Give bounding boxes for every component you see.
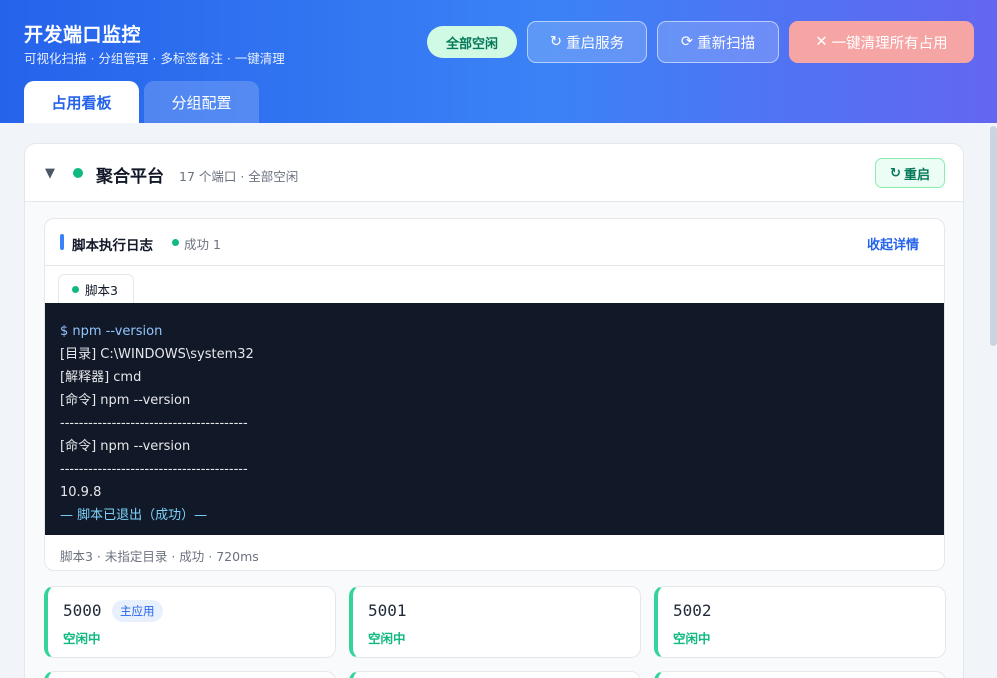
close-icon: ✕ [815,34,828,50]
log-accent-bar [60,234,64,250]
refresh-icon: ⟳ [680,34,694,50]
terminal-line: [目录] C:\WINDOWS\system32 [60,347,254,362]
terminal-output: $ npm --version [目录] C:\WINDOWS\system32… [45,303,944,535]
terminal-line: ---------------------------------------- [60,416,248,431]
status-badge: 全部空闲 [427,26,517,58]
clear-all-label: 一键清理所有占用 [831,35,948,52]
script-log-card: 脚本执行日志 成功 1 收起详情 脚本3 $ npm --version [目录… [44,218,945,571]
app-header: 开发端口监控 可视化扫描 · 分组管理 · 多标签备注 · 一键清理 全部空闲 … [0,0,997,123]
terminal-line: 10.9.8 [60,485,102,500]
log-header: 脚本执行日志 成功 1 收起详情 [45,219,944,266]
clear-all-button[interactable]: ✕ 一键清理所有占用 [789,21,974,63]
chevron-down-icon[interactable]: ▼ [45,166,55,181]
port-card[interactable]: 5001 空闲中 [349,586,641,658]
port-card[interactable]: 5002 空闲中 [654,586,946,658]
restart-service-button[interactable]: ↻ 重启服务 [527,21,647,63]
rescan-label: 重新扫描 [697,35,756,52]
collapse-details-link[interactable]: 收起详情 [867,234,919,253]
scrollbar-thumb[interactable] [990,126,997,346]
log-title: 脚本执行日志 [72,238,153,254]
tab-script3[interactable]: 脚本3 [58,274,134,304]
port-status: 空闲中 [63,631,101,646]
group-restart-button[interactable]: ↻ 重启 [875,158,945,188]
port-card[interactable] [349,671,641,678]
group-meta: 17 个端口 · 全部空闲 [179,169,299,184]
app-subtitle: 可视化扫描 · 分组管理 · 多标签备注 · 一键清理 [24,51,285,66]
port-status: 空闲中 [673,631,711,646]
port-tag: 主应用 [112,600,163,622]
restart-service-label: 重启服务 [566,35,625,52]
port-card[interactable] [654,671,946,678]
tab-group-config[interactable]: 分组配置 [144,81,259,123]
terminal-line: — 脚本已退出（成功）— [60,508,208,523]
group-header[interactable]: ▼ 聚合平台 17 个端口 · 全部空闲 ↻ 重启 [25,144,963,202]
terminal-line: [命令] npm --version [60,439,191,454]
group-restart-label: 重启 [903,167,930,183]
terminal-line: [解释器] cmd [60,370,142,385]
port-card[interactable]: 5000 主应用 空闲中 [44,586,336,658]
script-tab-label: 脚本3 [85,283,118,298]
port-status: 空闲中 [368,631,406,646]
group-name: 聚合平台 [96,167,164,187]
script-status-dot [72,286,79,293]
port-number: 5000 [63,601,102,620]
port-number: 5001 [368,601,407,620]
port-number: 5002 [673,601,712,620]
terminal-line: $ npm --version [60,324,163,339]
group-status-dot [73,168,83,178]
restart-icon: ↻ [890,165,901,181]
tab-dashboard[interactable]: 占用看板 [24,81,139,123]
port-card[interactable] [44,671,336,678]
log-status-dot [172,239,179,246]
log-footer: 脚本3 · 未指定目录 · 成功 · 720ms [60,549,259,564]
restart-icon: ↻ [549,34,563,50]
log-status: 成功 1 [184,237,221,252]
group-panel: ▼ 聚合平台 17 个端口 · 全部空闲 ↻ 重启 脚本执行日志 成功 1 收起… [24,143,964,678]
terminal-line: ---------------------------------------- [60,462,248,477]
rescan-button[interactable]: ⟳ 重新扫描 [657,21,779,63]
app-title: 开发端口监控 [24,24,142,46]
terminal-line: [命令] npm --version [60,393,191,408]
